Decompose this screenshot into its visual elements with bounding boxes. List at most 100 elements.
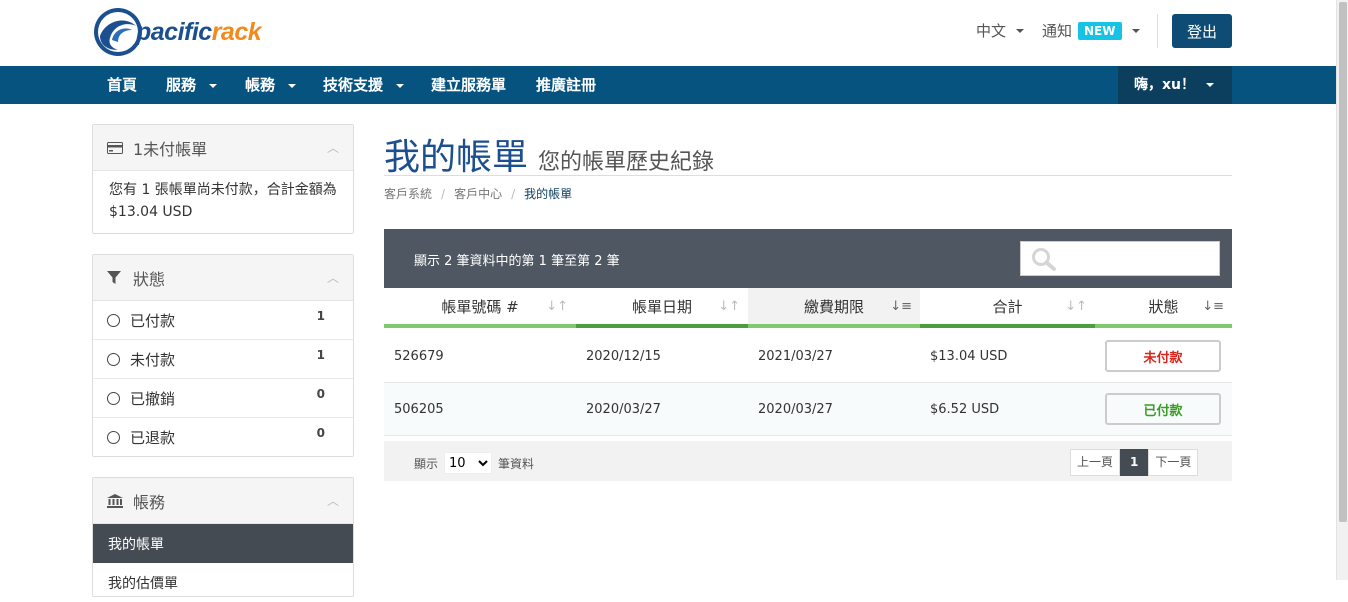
chevron-up-icon[interactable]: ︿	[327, 269, 339, 286]
chevron-down-icon	[1016, 28, 1025, 33]
language-label: 中文	[976, 22, 1007, 40]
chevron-up-icon[interactable]: ︿	[327, 492, 339, 509]
show-label: 顯示	[414, 456, 439, 471]
sort-ascending-icon: ↓≡	[890, 299, 912, 314]
pacificrack-logo[interactable]: pacific rack	[92, 6, 262, 58]
unpaid-invoices-panel: 1未付帳單 ︿ 您有 1 張帳單尚未付款，合計金額為 $13.04 USD	[92, 124, 354, 234]
due-date: 2020/03/27	[758, 401, 833, 417]
chevron-down-icon	[288, 83, 297, 88]
filter-icon	[107, 270, 125, 285]
nav-item-services[interactable]: 服務	[166, 66, 218, 104]
previous-page-button[interactable]: 上一頁	[1070, 449, 1121, 476]
invoice-date: 2020/03/27	[586, 401, 661, 417]
radio-button[interactable]	[107, 313, 120, 327]
table-footer: 顯示 10 筆資料 上一頁 1 下一頁	[384, 441, 1232, 481]
table-row[interactable]: 506205 2020/03/27 2020/03/27 $6.52 USD 已…	[384, 383, 1232, 436]
divider	[384, 175, 1232, 176]
panel-title: 帳務	[133, 492, 166, 512]
pagination: 上一頁 1 下一頁	[1070, 449, 1199, 476]
user-greeting: 嗨，xu！	[1134, 77, 1195, 93]
notifications-label: 通知	[1042, 22, 1073, 40]
status-option-cancelled[interactable]: 已撤銷 0	[93, 379, 353, 418]
nav-item-label: 帳務	[245, 76, 276, 94]
radio-button[interactable]	[107, 352, 120, 366]
nav-item-billing[interactable]: 帳務	[245, 66, 297, 104]
breadcrumb-item-current: 我的帳單	[524, 187, 573, 201]
breadcrumb-item-client-center[interactable]: 客戶中心	[454, 187, 502, 201]
page-title: 我的帳單	[384, 137, 529, 178]
sort-icon: ↓↑	[718, 299, 740, 314]
billing-menu-panel: 帳務 ︿ 我的帳單 我的估價單	[92, 477, 354, 597]
column-label: 合計	[992, 297, 1023, 316]
column-header-status[interactable]: 狀態 ↓≡	[1095, 288, 1232, 328]
panel-title: 狀態	[133, 269, 166, 289]
page-button-current[interactable]: 1	[1120, 449, 1149, 476]
invoice-number: 526679	[394, 348, 444, 364]
panel-header[interactable]: 1未付帳單 ︿	[93, 125, 353, 171]
column-label: 狀態	[1148, 297, 1179, 316]
page-scrollbar[interactable]	[1336, 0, 1348, 580]
invoice-date: 2020/12/15	[586, 348, 661, 364]
column-header-invoice-date[interactable]: 帳單日期 ↓↑	[576, 288, 748, 328]
scrollbar-thumb[interactable]	[1339, 2, 1347, 522]
table-header: 帳單號碼 # ↓↑ 帳單日期 ↓↑ 繳費期限 ↓≡ 合計 ↓↑ 狀態 ↓≡	[384, 288, 1232, 328]
status-option-refunded[interactable]: 已退款 0	[93, 418, 353, 457]
nav-item-home[interactable]: 首頁	[107, 66, 137, 104]
new-badge: NEW	[1078, 21, 1122, 40]
column-header-due-date[interactable]: 繳費期限 ↓≡	[748, 288, 920, 328]
billing-item-my-quotes[interactable]: 我的估價單	[93, 563, 353, 602]
status-badge[interactable]: 已付款	[1105, 393, 1221, 425]
chevron-down-icon	[1131, 28, 1140, 33]
column-header-invoice-number[interactable]: 帳單號碼 # ↓↑	[384, 288, 576, 328]
next-page-button[interactable]: 下一頁	[1148, 449, 1199, 476]
panel-header[interactable]: 狀態 ︿	[93, 255, 353, 301]
main-nav: 首頁 服務 帳務 技術支援 建立服務單 推廣註冊 嗨，xu！	[0, 66, 1336, 104]
table-row[interactable]: 526679 2020/12/15 2021/03/27 $13.04 USD …	[384, 330, 1232, 383]
status-option-unpaid[interactable]: 未付款 1	[93, 340, 353, 379]
billing-item-label: 我的估價單	[108, 575, 178, 592]
status-count: 0	[316, 426, 325, 440]
breadcrumb-separator: /	[511, 187, 516, 201]
user-menu[interactable]: 嗨，xu！	[1118, 66, 1232, 104]
status-label: 已退款	[130, 429, 176, 447]
entries-label: 筆資料	[498, 456, 535, 471]
chevron-down-icon	[209, 83, 218, 88]
sort-icon: ↓↑	[1065, 299, 1087, 314]
credit-card-icon	[107, 141, 125, 154]
nav-item-label: 首頁	[107, 76, 138, 94]
nav-item-open-ticket[interactable]: 建立服務單	[431, 66, 506, 104]
page-subtitle: 您的帳單歷史紀錄	[538, 150, 715, 175]
status-badge[interactable]: 未付款	[1105, 340, 1221, 372]
column-label: 帳單號碼 #	[441, 297, 519, 316]
status-option-paid[interactable]: 已付款 1	[93, 301, 353, 340]
logo-text-pacific: pacific	[136, 17, 212, 46]
divider	[1157, 14, 1158, 48]
search-icon	[1031, 247, 1057, 275]
invoice-number: 506205	[394, 401, 444, 417]
language-dropdown[interactable]: 中文	[976, 20, 1025, 41]
status-filter-panel: 狀態 ︿ 已付款 1 未付款 1 已撤銷 0 已退款 0	[92, 254, 354, 457]
notifications-dropdown[interactable]: 通知 NEW	[1042, 20, 1140, 41]
page-size-control: 顯示 10 筆資料	[414, 452, 534, 474]
column-label: 繳費期限	[803, 297, 864, 316]
status-label: 已付款	[130, 311, 176, 330]
table-search-input[interactable]	[1020, 241, 1220, 276]
radio-button[interactable]	[107, 391, 120, 405]
radio-button[interactable]	[107, 431, 120, 444]
nav-item-affiliates[interactable]: 推廣註冊	[536, 66, 596, 104]
chevron-down-icon	[396, 83, 405, 88]
status-count: 0	[316, 387, 325, 401]
billing-item-label: 我的帳單	[108, 536, 164, 553]
column-header-total[interactable]: 合計 ↓↑	[920, 288, 1095, 328]
page-size-select[interactable]: 10	[444, 452, 493, 474]
chevron-up-icon[interactable]: ︿	[327, 139, 339, 156]
logout-button[interactable]: 登出	[1172, 14, 1232, 48]
logo-text-rack: rack	[211, 17, 262, 46]
nav-item-support[interactable]: 技術支援	[323, 66, 405, 104]
breadcrumb-item-client-area[interactable]: 客戶系統	[384, 187, 432, 201]
panel-header[interactable]: 帳務 ︿	[93, 478, 353, 524]
status-label: 已撤銷	[130, 389, 176, 408]
invoice-total: $6.52 USD	[930, 401, 1000, 417]
breadcrumb-separator: /	[441, 187, 446, 201]
billing-item-my-invoices[interactable]: 我的帳單	[93, 524, 353, 563]
